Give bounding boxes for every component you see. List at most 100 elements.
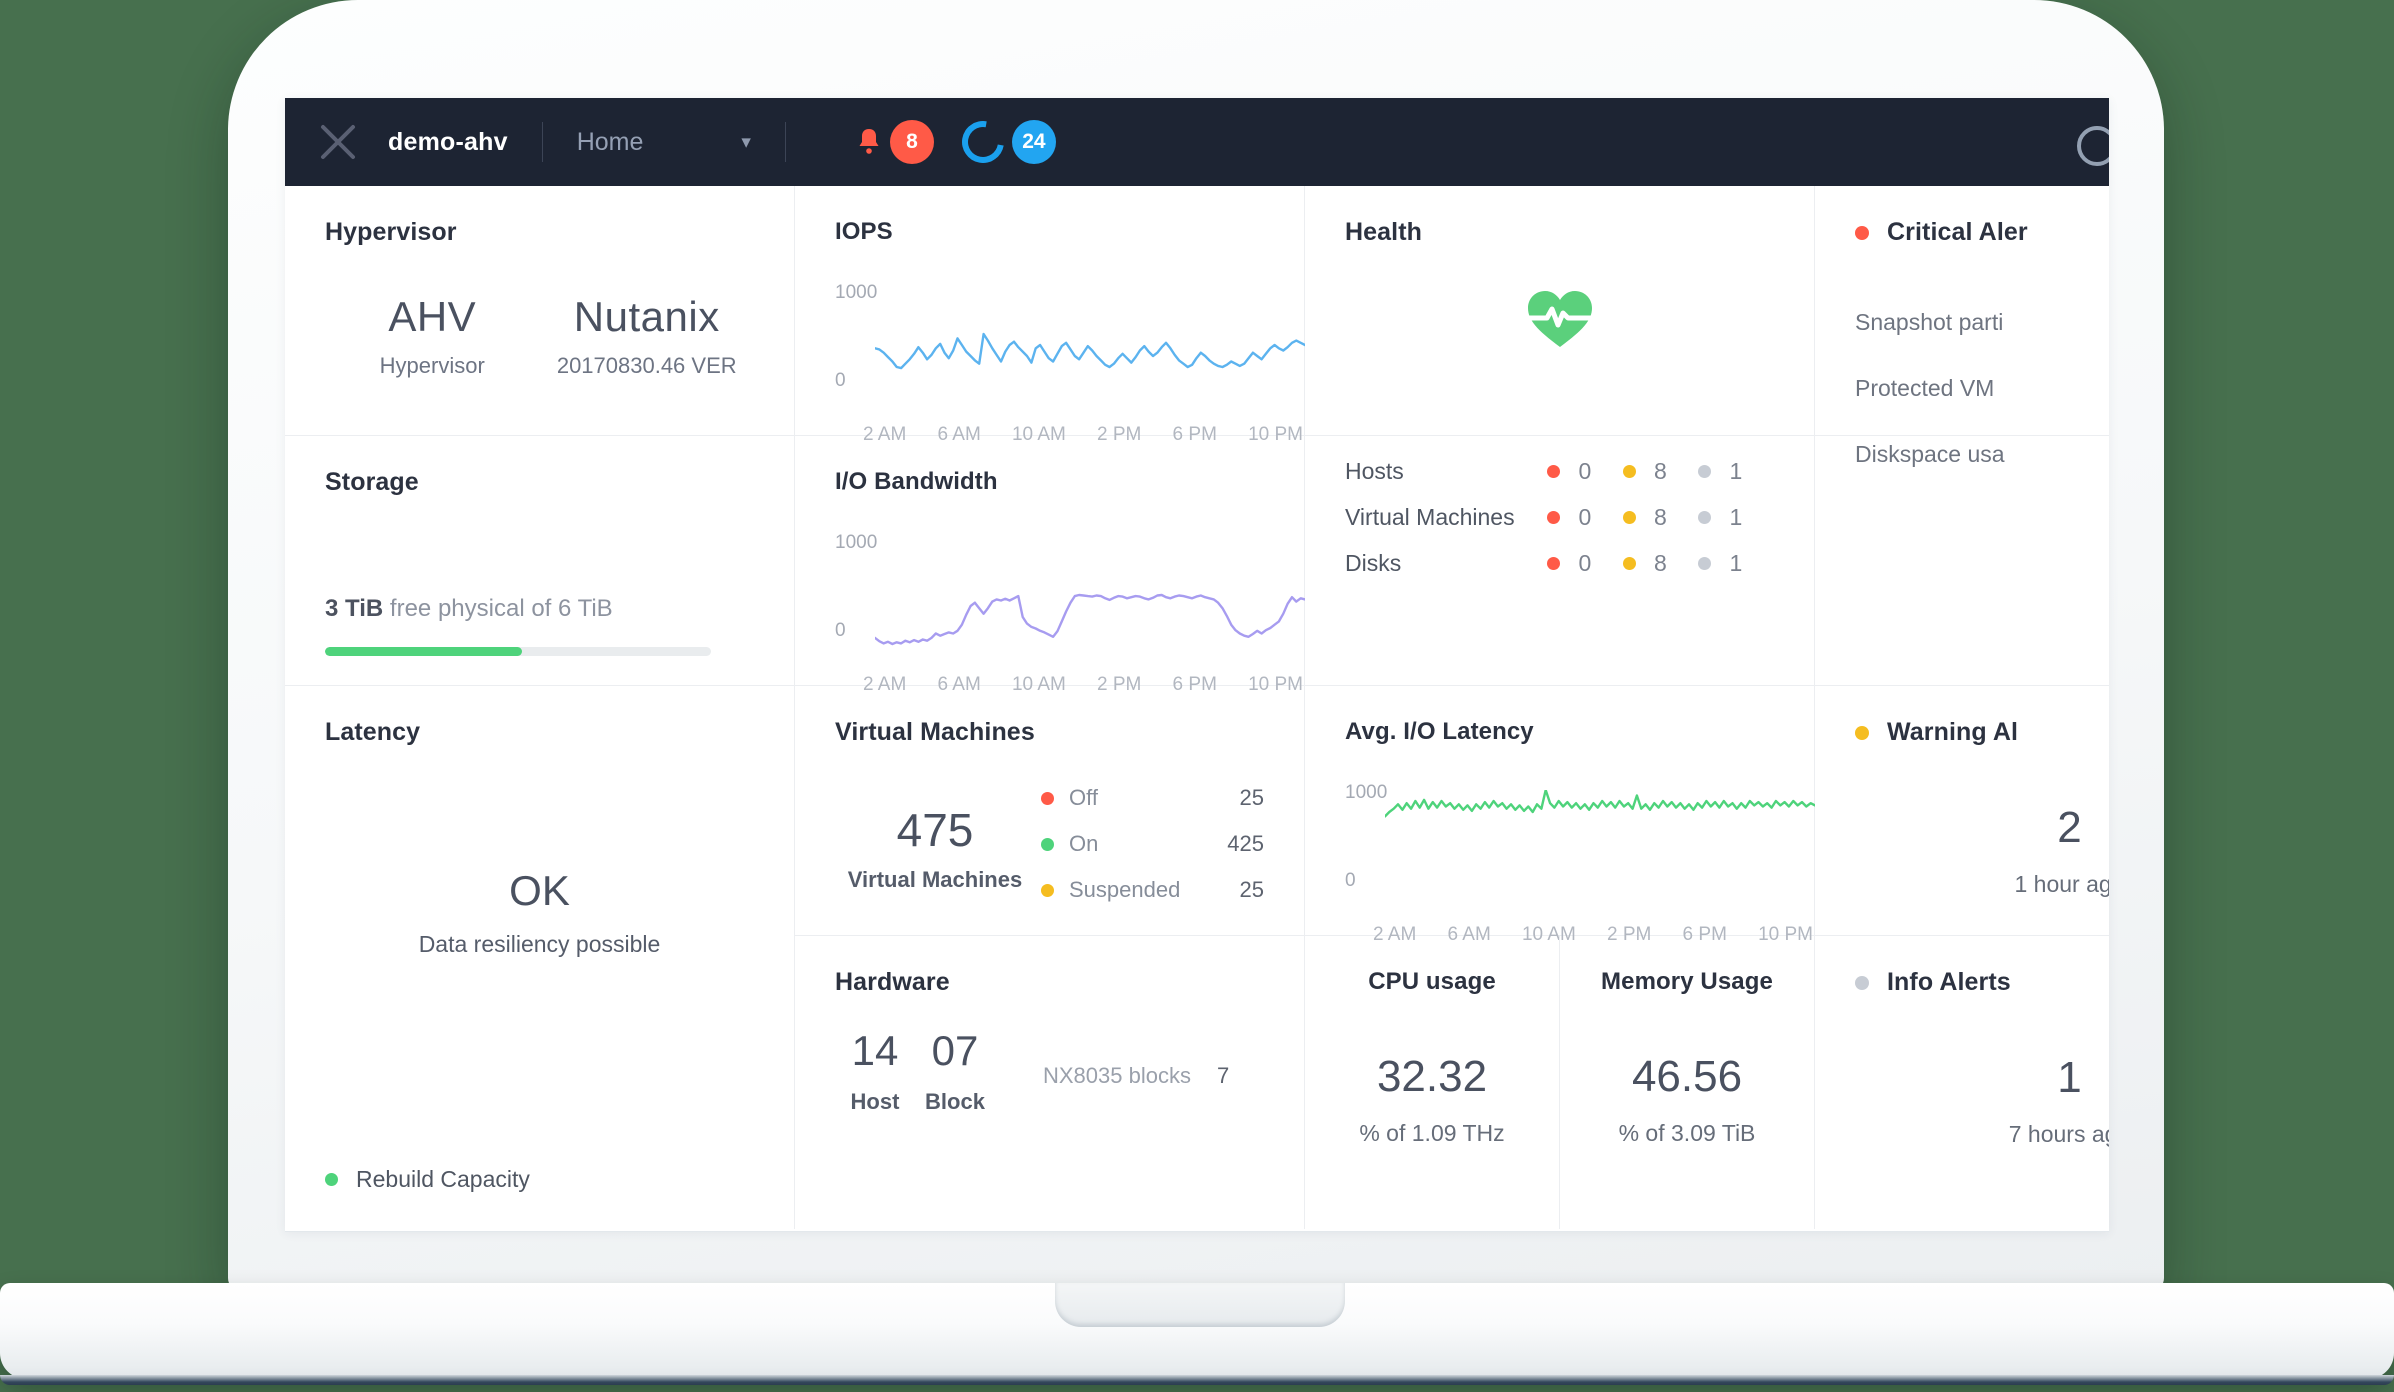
warning-dot-icon bbox=[1622, 510, 1636, 524]
tasks-spinner-icon[interactable] bbox=[953, 112, 1013, 172]
hypervisor-card[interactable]: Hypervisor AHV Hypervisor Nutanix 201708… bbox=[285, 186, 795, 436]
list-item[interactable]: Protected VM bbox=[1855, 375, 2109, 441]
hypervisor-stats: AHV Hypervisor Nutanix 20170830.46 VER bbox=[325, 293, 754, 379]
critical-dot-icon bbox=[1547, 556, 1561, 570]
warning-alerts-title-row: Warning Al bbox=[1855, 718, 2109, 747]
warning-alerts-title: Warning Al bbox=[1887, 718, 2019, 746]
health-warning-group: 8 bbox=[1622, 457, 1699, 485]
vm-legend-label: On bbox=[1069, 831, 1099, 856]
info-alerts-card[interactable]: Info Alerts 1 7 hours ago bbox=[1815, 936, 2109, 1229]
cpu-usage-value: 32.32 bbox=[1376, 1052, 1488, 1101]
nav-divider bbox=[541, 122, 543, 162]
health-critical-count: 0 bbox=[1578, 549, 1592, 576]
health-info-group: 1 bbox=[1698, 504, 1774, 531]
health-warning-count: 8 bbox=[1653, 457, 1667, 484]
nav-divider-2 bbox=[784, 122, 786, 162]
health-row-virtual-machines[interactable]: Virtual Machines 0 8 1 bbox=[1345, 494, 1774, 540]
health-row-hosts[interactable]: Hosts 0 8 1 bbox=[1345, 448, 1774, 494]
suspended-dot-icon bbox=[1041, 883, 1054, 897]
task-count-badge[interactable]: 24 bbox=[1011, 120, 1056, 164]
warning-dot-icon bbox=[1855, 725, 1869, 740]
nav-page-label[interactable]: Home bbox=[577, 128, 644, 157]
health-critical-count: 0 bbox=[1578, 503, 1592, 530]
info-alerts-title: Info Alerts bbox=[1887, 968, 2011, 996]
info-alerts-count: 1 bbox=[2057, 1053, 2082, 1102]
critical-dot-icon bbox=[1547, 464, 1561, 478]
help-circle-icon[interactable] bbox=[2077, 126, 2109, 166]
memory-usage-card[interactable]: Memory Usage 46.56 % of 3.09 TiB bbox=[1560, 936, 1814, 1229]
virtual-machines-body: 475 Virtual Machines Off 25 On 425 Suspe… bbox=[835, 775, 1264, 913]
latency-card[interactable]: Latency OK Data resiliency possible Rebu… bbox=[285, 686, 795, 1229]
vm-legend-row-off[interactable]: Off 25 bbox=[1041, 775, 1264, 821]
nav-badges: 8 24 bbox=[856, 112, 1056, 172]
hardware-card[interactable]: Hardware 14 Host 07 Block NX8035 blocks … bbox=[795, 936, 1305, 1229]
storage-summary: 3 TiB free physical of 6 TiB bbox=[325, 595, 754, 623]
virtual-machines-title: Virtual Machines bbox=[835, 718, 1035, 746]
avg-io-latency-sparkline bbox=[1385, 790, 1815, 818]
hypervisor-version-stat: Nutanix 20170830.46 VER bbox=[540, 293, 755, 379]
nutanix-x-logo-icon[interactable] bbox=[318, 122, 358, 162]
info-dot-icon bbox=[1855, 975, 1869, 990]
latency-status-sub: Data resiliency possible bbox=[418, 931, 661, 957]
hardware-counts: 14 Host 07 Block bbox=[835, 1027, 995, 1115]
io-bandwidth-chart: 1000 0 2 AM 6 AM 10 AM 2 PM 6 PM 10 PM bbox=[835, 522, 1305, 695]
hardware-model-count: 7 bbox=[1216, 1063, 1230, 1088]
warning-dot-icon bbox=[1622, 556, 1636, 570]
vm-legend-label: Off bbox=[1069, 785, 1098, 810]
memory-usage-title: Memory Usage bbox=[1601, 968, 1773, 995]
health-row-disks[interactable]: Disks 0 8 1 bbox=[1345, 540, 1774, 586]
critical-dot-icon bbox=[1547, 510, 1561, 524]
bw-y-max-label: 1000 bbox=[835, 532, 878, 553]
vm-legend-value: 25 bbox=[1239, 785, 1264, 810]
health-critical-count: 0 bbox=[1578, 457, 1592, 484]
critical-alert-badge[interactable]: 8 bbox=[889, 120, 934, 164]
hardware-host-stat: 14 Host bbox=[835, 1027, 915, 1115]
health-row-label: Hosts bbox=[1345, 457, 1404, 484]
avg-io-latency-card[interactable]: Avg. I/O Latency 1000 0 2 AM 6 AM 10 AM … bbox=[1305, 686, 1815, 945]
usage-cards: CPU usage 32.32 % of 1.09 THz Memory Usa… bbox=[1305, 936, 1815, 1229]
iops-card[interactable]: IOPS 1000 0 2 AM 6 AM 10 AM 2 PM 6 PM 10… bbox=[795, 186, 1305, 445]
info-alerts-title-row: Info Alerts bbox=[1855, 968, 2109, 997]
vm-legend-row-suspended[interactable]: Suspended 25 bbox=[1041, 867, 1264, 913]
health-info-count: 1 bbox=[1729, 503, 1743, 530]
virtual-machines-card[interactable]: Virtual Machines 475 Virtual Machines Of… bbox=[795, 686, 1305, 936]
heart-pulse-icon bbox=[1525, 291, 1594, 347]
storage-free-value: 3 TiB bbox=[325, 595, 384, 622]
health-card[interactable]: Health bbox=[1305, 186, 1815, 436]
critical-alerts-title: Critical Aler bbox=[1887, 218, 2028, 246]
iops-title: IOPS bbox=[835, 218, 893, 245]
laptop-base-notch bbox=[1055, 1283, 1345, 1327]
iops-y-min-label: 0 bbox=[835, 370, 846, 391]
list-item[interactable]: Snapshot parti bbox=[1855, 309, 2109, 375]
hardware-block-stat: 07 Block bbox=[915, 1027, 995, 1115]
cluster-name[interactable]: demo-ahv bbox=[388, 128, 508, 157]
storage-card[interactable]: Storage 3 TiB free physical of 6 TiB bbox=[285, 436, 795, 686]
vm-legend-value: 425 bbox=[1227, 831, 1264, 856]
top-navigation-bar: demo-ahv Home ▾ 8 24 bbox=[285, 98, 2109, 186]
latency-status: OK bbox=[509, 867, 570, 914]
hardware-body: 14 Host 07 Block NX8035 blocks 7 bbox=[835, 1027, 1264, 1115]
cpu-usage-card[interactable]: CPU usage 32.32 % of 1.09 THz bbox=[1305, 936, 1560, 1229]
critical-dot-icon bbox=[1855, 225, 1869, 240]
rebuild-capacity-row[interactable]: Rebuild Capacity bbox=[325, 1166, 530, 1193]
browser-viewport: demo-ahv Home ▾ 8 24 Hypervisor AHV Hype… bbox=[285, 98, 2109, 1231]
io-bandwidth-card[interactable]: I/O Bandwidth 1000 0 2 AM 6 AM 10 AM 2 P… bbox=[795, 436, 1305, 695]
health-warning-count: 8 bbox=[1653, 549, 1667, 576]
info-dot-icon bbox=[1698, 556, 1712, 570]
hypervisor-version-label: 20170830.46 VER bbox=[556, 353, 737, 378]
vm-legend-label: Suspended bbox=[1069, 877, 1181, 902]
critical-alerts-card[interactable]: Critical Aler Snapshot parti Protected V… bbox=[1815, 186, 2109, 467]
hardware-host-value: 14 bbox=[851, 1027, 899, 1074]
chevron-down-icon[interactable]: ▾ bbox=[741, 131, 751, 154]
vm-total: 475 Virtual Machines bbox=[835, 775, 1035, 913]
health-critical-group: 0 bbox=[1547, 504, 1623, 531]
rebuild-dot-icon bbox=[325, 1173, 338, 1186]
health-warning-count: 8 bbox=[1653, 503, 1667, 530]
iops-sparkline bbox=[875, 332, 1305, 370]
health-warning-group: 8 bbox=[1622, 549, 1699, 577]
warning-alerts-time: 1 hour ago bbox=[2014, 871, 2110, 897]
vm-legend-row-on[interactable]: On 425 bbox=[1041, 821, 1264, 867]
warning-alerts-card[interactable]: Warning Al 2 1 hour ago bbox=[1815, 686, 2109, 936]
bell-icon[interactable] bbox=[856, 127, 882, 157]
rebuild-capacity-label: Rebuild Capacity bbox=[356, 1166, 530, 1192]
